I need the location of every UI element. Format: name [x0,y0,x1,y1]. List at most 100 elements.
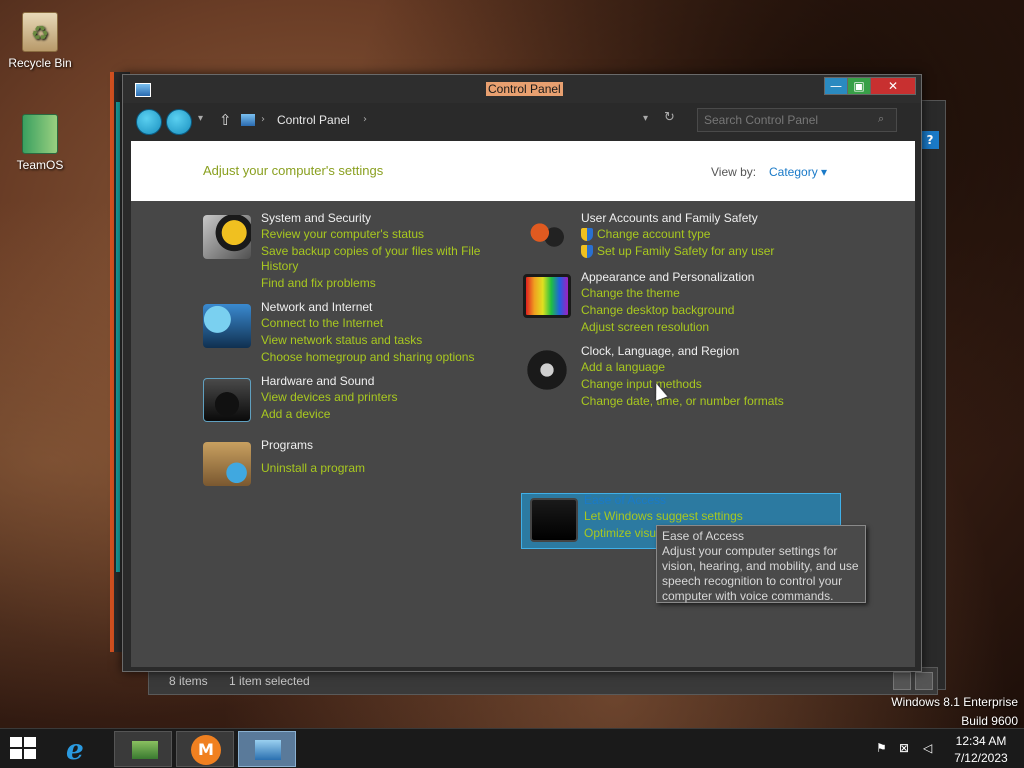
monitor-rainbow-icon[interactable] [523,274,571,318]
network-globe-icon[interactable] [203,304,251,348]
recent-locations-dropdown-icon[interactable]: ▾ [198,113,203,124]
m-app-icon: M [191,735,221,765]
status-selection: 1 item selected [229,674,310,688]
internet-explorer-icon: e [66,733,84,766]
minimize-button[interactable]: — [824,77,848,95]
desktop-icon-label: Recycle Bin [8,56,72,70]
view-by-label: View by: [711,165,757,179]
link-add-language[interactable]: Add a language [581,360,665,375]
windows-logo-icon [10,737,22,747]
link-change-account-type[interactable]: Change account type [597,227,710,242]
link-screen-resolution[interactable]: Adjust screen resolution [581,320,709,335]
category-title[interactable]: Appearance and Personalization [581,270,754,284]
start-button[interactable] [10,737,38,761]
volume-muted-icon[interactable]: ◁ [923,741,937,755]
desktop-icon-recycle-bin[interactable]: Recycle Bin [0,12,80,70]
security-shield-icon[interactable] [203,215,251,259]
users-icon[interactable] [523,215,571,259]
tooltip-title: Ease of Access [662,529,745,543]
status-item-count: 8 items [169,674,208,688]
windows-logo-pane [10,749,22,759]
category-title[interactable]: Clock, Language, and Region [581,344,739,358]
taskbar-control-panel[interactable] [238,731,296,767]
category-title[interactable]: System and Security [261,211,371,225]
desktop-icon-teamos[interactable]: TeamOS [0,114,80,172]
link-family-safety[interactable]: Set up Family Safety for any user [597,244,774,259]
address-bar: ▾ ⇧ › Control Panel › ▾ ↻ ⌕ [131,103,915,139]
os-edition: Windows 8.1 Enterprise [891,695,1018,709]
link-uninstall-program[interactable]: Uninstall a program [261,461,365,476]
forward-button[interactable] [166,109,192,135]
speaker-icon[interactable] [203,378,251,422]
folder-icon [22,114,58,154]
search-icon[interactable]: ⌕ [878,112,884,126]
close-button[interactable]: ✕ [870,77,916,95]
window-title: Control Panel [486,82,563,96]
up-arrow-icon[interactable]: ⇧ [219,111,232,129]
app-image-icon [132,741,158,759]
address-dropdown-icon[interactable]: ▾ [643,113,648,124]
tooltip-line: speech recognition to control your [662,574,843,588]
taskbar-m-app[interactable]: M [176,731,234,767]
ease-of-access-icon[interactable] [530,498,578,542]
category-title[interactable]: Hardware and Sound [261,374,374,388]
clock-date: 7/12/2023 [954,751,1008,765]
category-title[interactable]: User Accounts and Family Safety [581,211,758,225]
windows-logo-pane [24,737,36,747]
header-panel: Adjust your computer's settings View by:… [131,141,915,201]
control-panel-icon [241,114,255,126]
network-icon[interactable]: ⊠ [899,741,913,755]
link-save-backup-cont[interactable]: History [261,259,298,274]
help-icon[interactable]: ? [921,131,939,149]
link-review-status[interactable]: Review your computer's status [261,227,424,242]
link-change-theme[interactable]: Change the theme [581,286,680,301]
taskbar-app-button[interactable] [114,731,172,767]
desktop-icon-label: TeamOS [16,158,64,172]
uac-shield-icon [581,228,593,241]
clock-globe-icon[interactable] [523,348,571,392]
action-center-flag-icon[interactable]: ⚑ [876,741,890,755]
link-add-device[interactable]: Add a device [261,407,330,422]
link-find-fix[interactable]: Find and fix problems [261,276,376,291]
chevron-right-icon[interactable]: › [363,114,367,125]
tooltip: Ease of Access Adjust your computer sett… [656,525,866,603]
taskbar-clock[interactable]: 12:34 AM 7/12/2023 [944,733,1018,767]
category-title[interactable]: Programs [261,438,313,452]
details-view-icon[interactable] [893,672,911,690]
link-suggest-settings[interactable]: Let Windows suggest settings [584,509,743,524]
control-panel-icon [135,83,151,97]
link-input-methods[interactable]: Change input methods [581,377,702,392]
category-title[interactable]: Network and Internet [261,300,372,314]
link-network-status[interactable]: View network status and tasks [261,333,422,348]
link-date-time-formats[interactable]: Change date, time, or number formats [581,394,784,409]
recycle-bin-icon [22,12,58,52]
link-homegroup[interactable]: Choose homegroup and sharing options [261,350,474,365]
clock-time: 12:34 AM [955,734,1007,748]
taskbar-internet-explorer[interactable]: e [52,731,110,767]
search-box[interactable]: ⌕ [697,108,897,132]
windows-logo-pane [24,749,36,759]
refresh-icon[interactable]: ↻ [664,110,675,125]
programs-box-icon[interactable] [203,442,251,486]
page-title: Adjust your computer's settings [203,163,384,178]
link-save-backup[interactable]: Save backup copies of your files with Fi… [261,244,480,259]
taskbar: e M ⚑ ⊠ ◁ 12:34 AM 7/12/2023 [0,728,1024,768]
search-input[interactable] [704,112,874,128]
tooltip-line: computer with voice commands. [662,589,834,603]
tooltip-line: vision, hearing, and mobility, and use [662,559,859,573]
large-icons-view-icon[interactable] [915,672,933,690]
os-watermark: Windows 8.1 Enterprise Build 9600 [891,693,1018,731]
back-button[interactable] [136,109,162,135]
category-title[interactable]: Ease of Access [584,493,666,507]
link-change-background[interactable]: Change desktop background [581,303,734,318]
view-by-dropdown[interactable]: Category ▾ [769,165,827,179]
link-connect-internet[interactable]: Connect to the Internet [261,316,383,331]
control-panel-window: Control Panel — ▣ ✕ ▾ ⇧ › Control Panel … [122,74,922,672]
breadcrumb[interactable]: › Control Panel › [235,108,695,134]
breadcrumb-control-panel[interactable]: Control Panel [277,113,350,127]
control-panel-icon [255,740,281,760]
chevron-right-icon[interactable]: › [261,114,265,125]
title-bar[interactable]: Control Panel — ▣ ✕ [123,75,921,103]
maximize-button[interactable]: ▣ [847,77,871,95]
link-devices-printers[interactable]: View devices and printers [261,390,398,405]
